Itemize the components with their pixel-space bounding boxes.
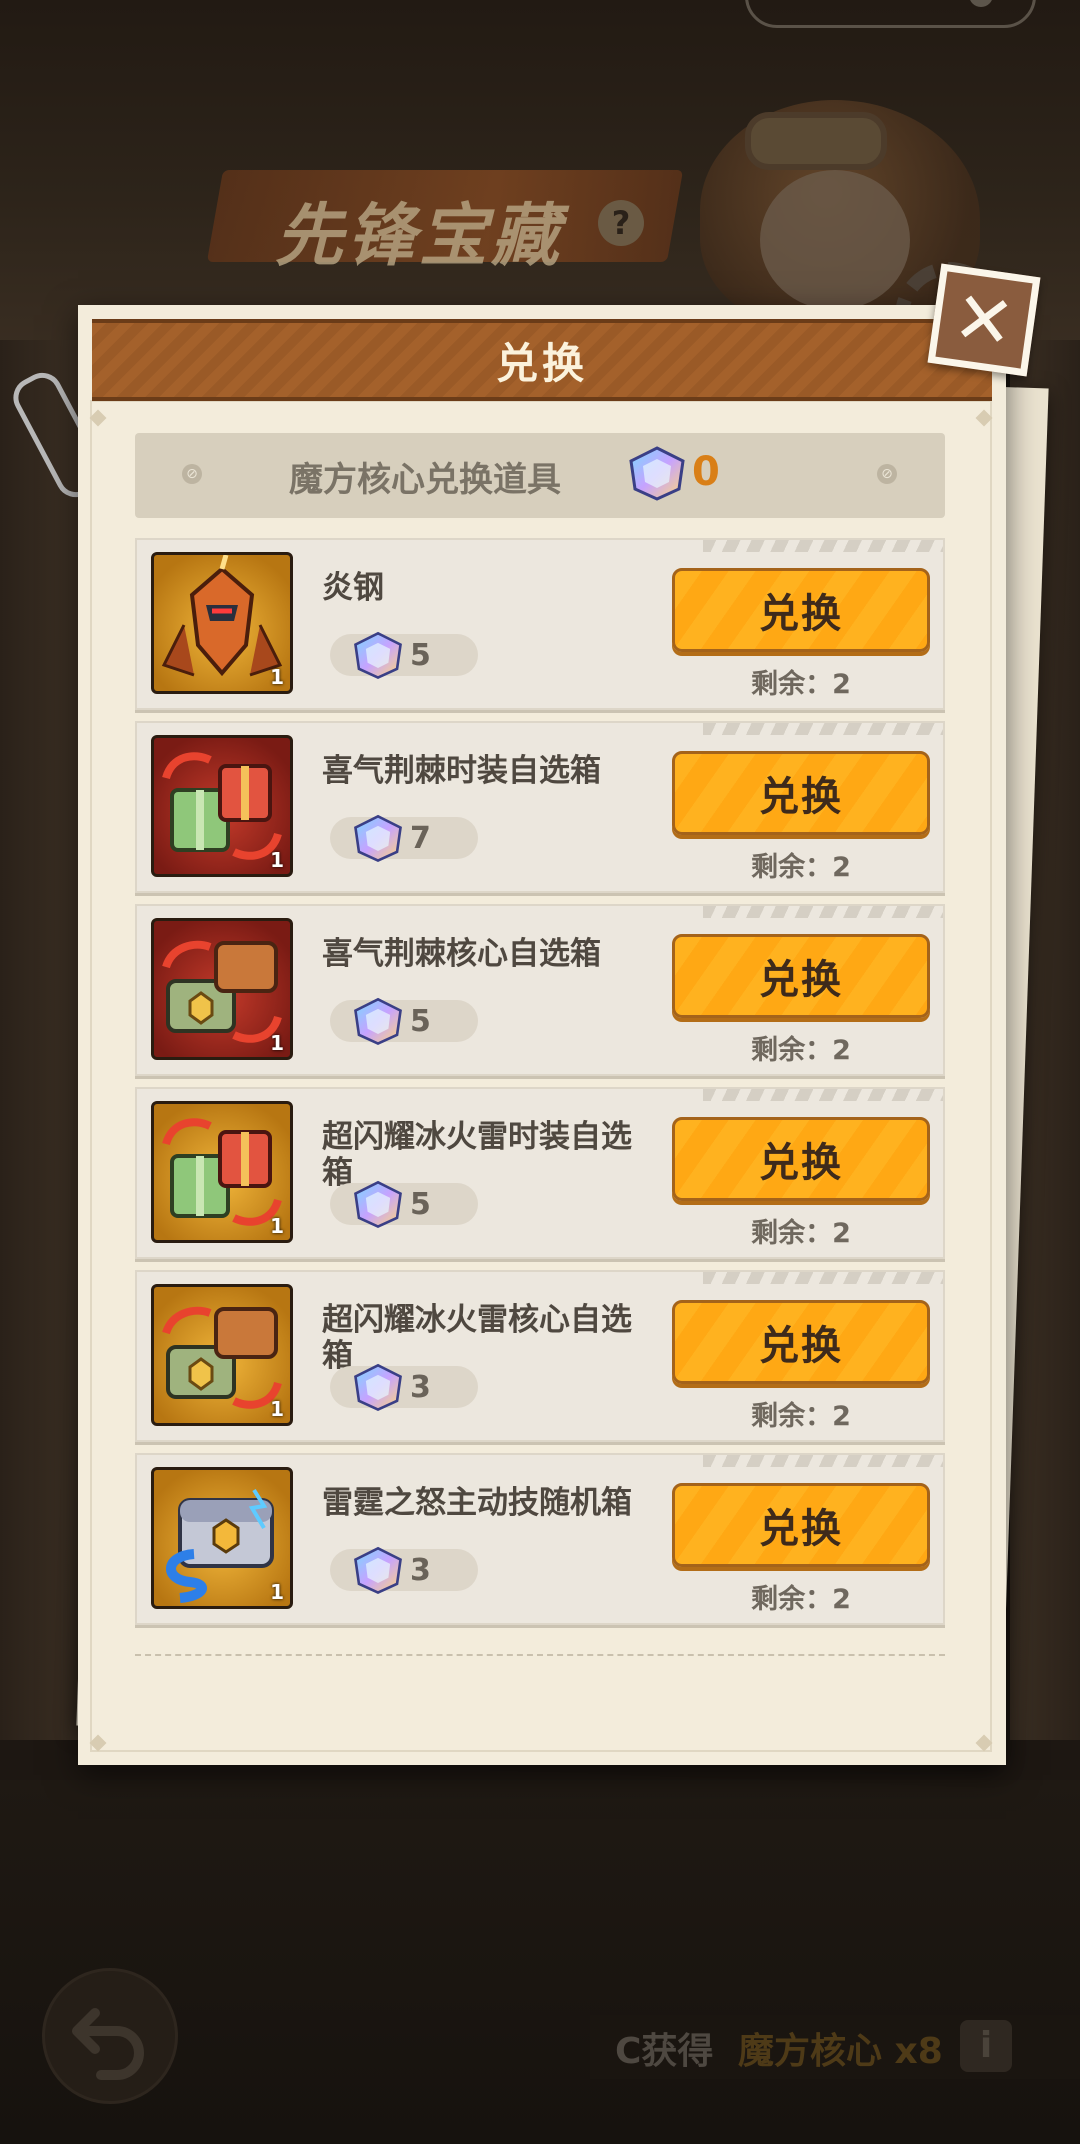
exchange-item-row: 1 炎钢 5 兑换 剩余：2 [135, 538, 945, 710]
item-quantity: 1 [270, 1580, 284, 1604]
item-cost-value: 5 [410, 1187, 431, 1222]
item-cost-value: 5 [410, 638, 431, 673]
exchange-button[interactable]: 兑换 [672, 568, 930, 652]
undo-arrow-icon [72, 2008, 144, 2080]
top-status-pill [745, 0, 1036, 28]
item-cost: 3 [330, 1546, 478, 1594]
help-button[interactable]: ? [598, 200, 644, 246]
remaining-count: 剩余：2 [751, 669, 851, 700]
item-cost: 3 [330, 1363, 478, 1411]
close-button[interactable]: ✕ [927, 263, 1041, 377]
item-quantity: 1 [270, 1214, 284, 1238]
close-icon: ✕ [948, 274, 1020, 366]
item-cost: 7 [330, 814, 478, 862]
exchange-button[interactable]: 兑换 [672, 751, 930, 835]
item-icon[interactable]: 1 [151, 1101, 293, 1243]
status-dot [969, 0, 993, 7]
remaining-count: 剩余：2 [751, 1035, 851, 1066]
item-cost-value: 5 [410, 1004, 431, 1039]
exchange-button[interactable]: 兑换 [672, 1300, 930, 1384]
exchange-item-row: 1 超闪耀冰火雷核心自选箱 3 兑换 剩余：2 [135, 1270, 945, 1442]
magic-cube-icon [629, 446, 685, 501]
bottom-source-item: 魔方核心 x8 [738, 2031, 943, 2072]
item-quantity: 1 [270, 1397, 284, 1421]
character-face [760, 170, 910, 310]
remaining-count: 剩余：2 [751, 1584, 851, 1615]
item-cost: 5 [330, 1180, 478, 1228]
magic-cube-icon [354, 1546, 402, 1594]
item-icon[interactable]: 1 [151, 1284, 293, 1426]
row-corner-stripes [703, 1455, 943, 1467]
row-corner-stripes [703, 1089, 943, 1101]
item-cost: 5 [330, 631, 478, 679]
list-end-divider [135, 1654, 945, 1656]
magic-cube-icon [354, 814, 402, 862]
row-corner-stripes [703, 906, 943, 918]
currency-count: 0 [692, 449, 720, 495]
exchange-item-row: 1 雷霆之怒主动技随机箱 3 兑换 剩余：2 [135, 1453, 945, 1625]
item-cost-value: 7 [410, 821, 431, 856]
event-title: 先锋宝藏 [275, 197, 564, 276]
background-bottom [0, 1780, 1080, 2144]
item-name: 炎钢 [322, 570, 384, 606]
bolt-icon: ⊘ [877, 464, 897, 484]
remaining-count: 剩余：2 [751, 852, 851, 883]
remaining-count: 剩余：2 [751, 1401, 851, 1432]
row-corner-stripes [703, 723, 943, 735]
row-corner-stripes [703, 540, 943, 552]
background-left-panel [0, 340, 80, 1740]
item-cost-value: 3 [410, 1370, 431, 1405]
remaining-count: 剩余：2 [751, 1218, 851, 1249]
item-icon[interactable]: 1 [151, 552, 293, 694]
magic-cube-icon [354, 631, 402, 679]
magic-cube-icon [354, 997, 402, 1045]
item-icon[interactable]: 1 [151, 1467, 293, 1609]
item-cost: 5 [330, 997, 478, 1045]
magic-cube-icon [354, 1180, 402, 1228]
item-quantity: 1 [270, 848, 284, 872]
exchange-item-row: 1 喜气荆棘时装自选箱 7 兑换 剩余：2 [135, 721, 945, 893]
bottom-source-label: C获得 [615, 2031, 714, 2072]
modal-header: 兑换 [92, 319, 992, 401]
exchange-button[interactable]: 兑换 [672, 934, 930, 1018]
item-icon[interactable]: 1 [151, 735, 293, 877]
exchange-button[interactable]: 兑换 [672, 1117, 930, 1201]
item-quantity: 1 [270, 665, 284, 689]
exchange-item-row: 1 喜气荆棘核心自选箱 5 兑换 剩余：2 [135, 904, 945, 1076]
item-name: 喜气荆棘核心自选箱 [322, 936, 601, 972]
item-quantity: 1 [270, 1031, 284, 1055]
item-cost-value: 3 [410, 1553, 431, 1588]
modal-title: 兑换 [495, 338, 588, 388]
currency-bar: ⊘ ⊘ 魔方核心兑换道具 0 [135, 433, 945, 518]
info-button[interactable]: i [960, 2020, 1012, 2072]
exchange-item-row: 1 超闪耀冰火雷时装自选箱 5 兑换 剩余：2 [135, 1087, 945, 1259]
back-button[interactable] [42, 1968, 178, 2104]
magic-cube-icon [354, 1363, 402, 1411]
exchange-button[interactable]: 兑换 [672, 1483, 930, 1567]
item-icon[interactable]: 1 [151, 918, 293, 1060]
item-name: 雷霆之怒主动技随机箱 [322, 1485, 632, 1521]
item-name: 喜气荆棘时装自选箱 [322, 753, 601, 789]
row-corner-stripes [703, 1272, 943, 1284]
character-goggles [745, 112, 887, 170]
